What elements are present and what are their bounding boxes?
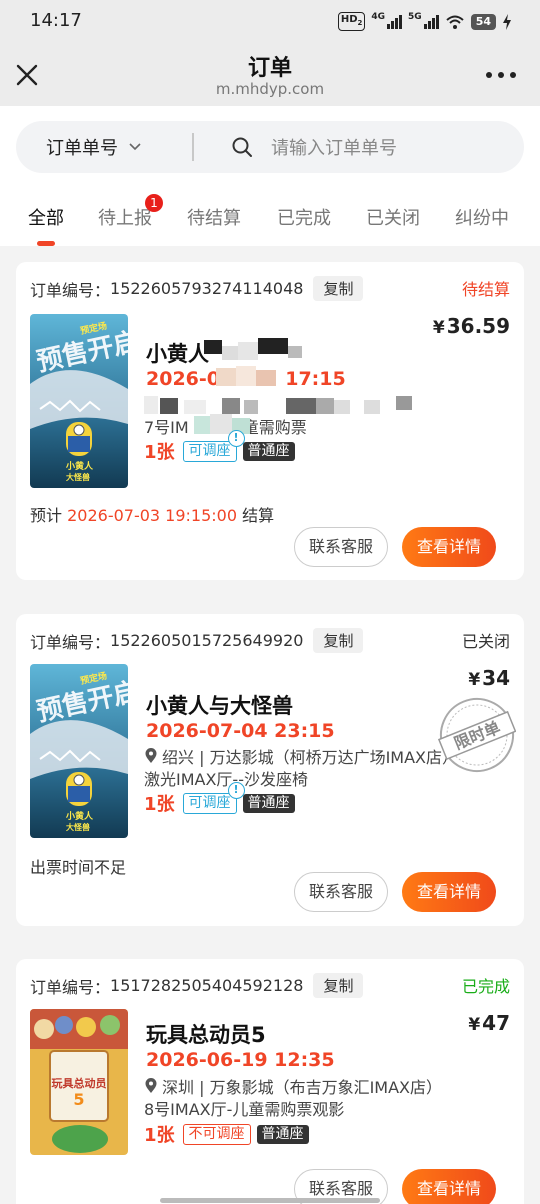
order-number-label: 订单编号：	[30, 977, 111, 997]
order-status-tabs: 全部 待上报 1 待结算 已完成 已关闭 纠纷中	[0, 190, 540, 246]
view-details-button[interactable]: 查看详情	[402, 872, 496, 912]
order-price: ¥34	[468, 666, 510, 690]
network-4g-label: 4G	[371, 12, 386, 22]
movie-poster: 玩具总动员 5	[30, 1009, 128, 1155]
hall-info: 8号IMAX厅-儿童需购票观影	[144, 1100, 345, 1119]
tab-pending-report[interactable]: 待上报	[98, 204, 152, 230]
page-url: m.mhdyp.com	[215, 80, 325, 98]
tab-pending-settlement[interactable]: 待结算	[187, 204, 241, 230]
show-time: 2026-07-04 23:15	[146, 720, 335, 742]
network-5g-label: 5G	[408, 12, 422, 22]
order-number: 1522605793274114048	[110, 279, 304, 298]
charging-icon	[503, 13, 511, 30]
view-details-button[interactable]: 查看详情	[402, 1169, 496, 1204]
ticket-tags: 1张 不可调座 普通座	[144, 1121, 309, 1147]
battery-icon: 54	[470, 13, 496, 30]
status-icons: HD2 4G 5G 54	[337, 12, 512, 31]
order-number-row: 订单编号： 1517282505404592128 复制	[30, 973, 364, 998]
order-price: ¥36.59	[432, 314, 510, 338]
movie-poster: 预售开启 预定场 小黄人 大怪兽	[30, 314, 128, 488]
cinema-location: 深圳 | 万象影城（布吉万象汇IMAX店）	[144, 1074, 442, 1098]
movie-title: 玩具总动员5	[146, 1023, 266, 1047]
signal-icon	[387, 14, 403, 29]
svg-text:小黄人: 小黄人	[65, 810, 94, 822]
home-indicator	[160, 1198, 380, 1203]
nav-bar: 订单 m.mhdyp.com	[0, 44, 540, 106]
hd-icon: HD2	[337, 12, 366, 31]
order-status: 已完成	[461, 977, 510, 996]
order-number-row: 订单编号： 1522605015725649920 复制	[30, 628, 364, 653]
seat-adjustable-tag: 可调座!	[182, 781, 245, 814]
info-icon[interactable]: !	[227, 781, 245, 799]
tab-dispute[interactable]: 纠纷中	[455, 204, 509, 230]
hall-info: 激光IMAX厅--沙发座椅	[144, 770, 308, 789]
tab-all[interactable]: 全部	[28, 204, 64, 230]
search-bar: 订单单号 请输入订单单号	[16, 121, 524, 173]
order-number-label: 订单编号：	[30, 632, 111, 652]
limited-time-stamp: 限时单	[438, 698, 516, 772]
search-icon	[232, 137, 252, 157]
ticket-tags: 1张 可调座! 普通座	[144, 429, 295, 464]
location-pin-icon	[145, 1078, 157, 1093]
tab-completed[interactable]: 已完成	[277, 204, 331, 230]
copy-button[interactable]: 复制	[313, 276, 364, 301]
redaction-mosaic	[204, 338, 304, 364]
more-icon[interactable]	[486, 60, 516, 90]
order-card: 订单编号： 1522605015725649920 复制 已关闭 预售开启 预定…	[16, 614, 524, 926]
order-card: 订单编号： 1522605793274114048 复制 待结算 预售开启 预定…	[16, 262, 524, 580]
redaction-mosaic	[216, 366, 278, 388]
order-status: 待结算	[461, 280, 510, 299]
svg-text:大怪兽: 大怪兽	[66, 822, 90, 832]
ticket-quantity: 1张	[144, 794, 175, 815]
movie-poster: 预售开启 预定场 小黄人 大怪兽	[30, 664, 128, 838]
seat-not-adjustable-tag: 不可调座	[182, 1123, 251, 1145]
signal-icon	[423, 14, 439, 29]
search-type-label: 订单单号	[46, 138, 118, 159]
seat-type-tag: 普通座	[256, 1124, 309, 1144]
svg-text:小黄人: 小黄人	[65, 460, 94, 472]
view-details-button[interactable]: 查看详情	[402, 527, 496, 567]
seat-type-tag: 普通座	[242, 793, 295, 813]
svg-text:玩具总动员: 玩具总动员	[52, 1076, 107, 1090]
order-card: 订单编号： 1517282505404592128 复制 已完成 玩具总动员 5…	[16, 959, 524, 1204]
settlement-note: 预计 2026-07-03 19:15:00 结算	[30, 506, 275, 525]
movie-title: 小黄人	[146, 342, 209, 366]
status-bar: 14:17 HD2 4G 5G 54	[0, 0, 540, 44]
order-number-label: 订单编号：	[30, 280, 111, 300]
order-number: 1522605015725649920	[110, 631, 304, 650]
order-status: 已关闭	[461, 632, 510, 651]
order-number: 1517282505404592128	[110, 976, 304, 995]
close-reason: 出票时间不足	[30, 858, 127, 877]
wifi-icon	[446, 15, 464, 29]
page-title: 订单	[247, 56, 292, 81]
contact-service-button[interactable]: 联系客服	[294, 872, 388, 912]
show-time: 2026-06-19 12:35	[146, 1049, 335, 1071]
status-time: 14:17	[30, 10, 82, 31]
chevron-down-icon	[129, 143, 141, 151]
contact-service-button[interactable]: 联系客服	[294, 527, 388, 567]
copy-button[interactable]: 复制	[313, 973, 364, 998]
svg-text:限时单: 限时单	[451, 718, 503, 754]
search-input[interactable]: 请输入订单单号	[271, 134, 397, 160]
tab-closed[interactable]: 已关闭	[366, 204, 420, 230]
tab-badge: 1	[145, 194, 163, 212]
order-number-row: 订单编号： 1522605793274114048 复制	[30, 276, 364, 301]
order-price: ¥47	[468, 1011, 510, 1035]
seat-adjustable-tag: 可调座!	[182, 429, 245, 462]
svg-text:5: 5	[73, 1090, 84, 1109]
ticket-tags: 1张 可调座! 普通座	[144, 781, 295, 816]
svg-text:大怪兽: 大怪兽	[66, 472, 90, 482]
ticket-quantity: 1张	[144, 1125, 175, 1146]
copy-button[interactable]: 复制	[313, 628, 364, 653]
ticket-quantity: 1张	[144, 442, 175, 463]
active-tab-indicator	[37, 241, 55, 246]
search-type-selector[interactable]: 订单单号	[46, 134, 142, 160]
search-divider	[192, 133, 194, 161]
movie-title: 小黄人与大怪兽	[146, 694, 293, 718]
cinema-location: 绍兴 | 万达影城（柯桥万达广场IMAX店）	[144, 744, 458, 768]
location-pin-icon	[145, 748, 157, 763]
info-icon[interactable]: !	[227, 429, 245, 447]
seat-type-tag: 普通座	[242, 441, 295, 461]
